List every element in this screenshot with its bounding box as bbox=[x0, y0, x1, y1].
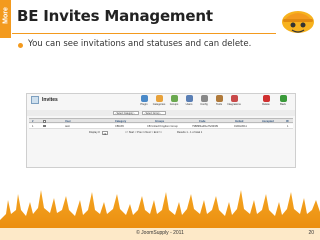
admin-page-title: Invites bbox=[42, 97, 58, 103]
back-icon bbox=[279, 95, 287, 102]
toolbar-users-button[interactable]: Users bbox=[182, 95, 196, 108]
row-invited: 01/04/2011 bbox=[234, 124, 247, 128]
toolbar-categories-button[interactable]: Categories bbox=[152, 95, 166, 108]
admin-header: Invites Plugin Categories Groups Users C… bbox=[27, 94, 295, 108]
toolbar-integrations-button[interactable]: Integrations bbox=[227, 95, 241, 108]
tools-icon bbox=[215, 95, 223, 102]
invites-icon bbox=[31, 96, 39, 104]
display-count-select[interactable]: 20 bbox=[102, 131, 108, 136]
table-header: # User Category Groups Code Invited Acce… bbox=[29, 118, 293, 123]
mascot-hardhat-icon bbox=[282, 11, 314, 33]
row-group: CB United Kingdom Group bbox=[147, 124, 178, 128]
users-icon bbox=[185, 95, 193, 102]
side-tab-label: More bbox=[2, 7, 10, 24]
toolbar-back-button[interactable]: Back bbox=[276, 95, 290, 108]
table-row[interactable]: 1 testr CBGS5 CB United Kingdom Group 79… bbox=[29, 123, 293, 129]
categories-icon bbox=[155, 95, 163, 102]
row-id: 1 bbox=[287, 124, 289, 128]
pagination: Display # 20 << Start < Prev 1 Next > En… bbox=[27, 130, 295, 136]
admin-screenshot: Invites Plugin Categories Groups Users C… bbox=[26, 93, 296, 168]
page-number: 20 bbox=[308, 230, 314, 236]
toolbar-config-button[interactable]: Config bbox=[197, 95, 211, 108]
group-filter-select[interactable]: - Select Group - bbox=[142, 111, 166, 115]
row-user: testr bbox=[65, 124, 71, 128]
row-checkbox[interactable] bbox=[43, 124, 46, 128]
toolbar-groups-button[interactable]: Groups bbox=[167, 95, 181, 108]
toolbar-tools-button[interactable]: Tools bbox=[212, 95, 226, 108]
filter-bar: - Select Category - - Select Group - bbox=[27, 110, 295, 116]
pagination-nav[interactable]: << Start < Prev 1 Next > End >> bbox=[125, 130, 162, 135]
category-filter-select[interactable]: - Select Category - bbox=[113, 111, 139, 115]
bullet-dot bbox=[18, 43, 23, 48]
config-icon bbox=[200, 95, 208, 102]
bullet-text: You can see invitations and statuses and… bbox=[28, 39, 252, 49]
display-label: Display # bbox=[89, 131, 100, 134]
row-code: 79889f4a4f1ef7e549f9 bbox=[192, 124, 218, 128]
side-tab: More bbox=[0, 0, 11, 38]
plugin-icon bbox=[140, 95, 148, 102]
toolbar-plugin-button[interactable]: Plugin bbox=[137, 95, 151, 108]
toolbar-delete-button[interactable]: Delete bbox=[259, 95, 273, 108]
groups-icon bbox=[170, 95, 178, 102]
row-category: CBGS5 bbox=[115, 124, 124, 128]
footer-copyright: © JoomSupply - 2011 bbox=[136, 230, 184, 236]
integrations-icon bbox=[230, 95, 238, 102]
select-all-checkbox[interactable] bbox=[43, 120, 46, 123]
title-divider bbox=[12, 33, 276, 34]
slide-title: BE Invites Management bbox=[17, 7, 213, 25]
results-count: Results 1 - 1 of total 1 bbox=[177, 131, 203, 134]
row-number: 1 bbox=[32, 124, 34, 128]
delete-icon bbox=[262, 95, 270, 102]
display-count-value: 20 bbox=[103, 133, 107, 136]
